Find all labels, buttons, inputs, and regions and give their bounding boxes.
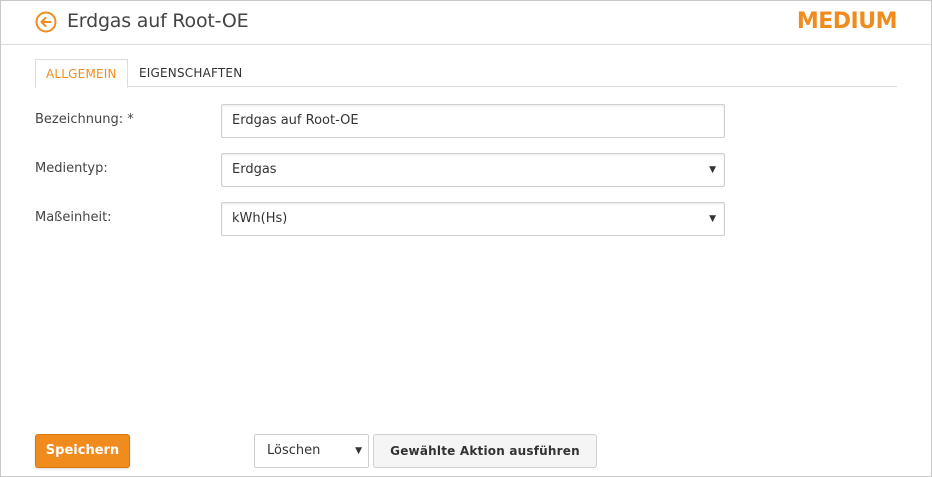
tab-allgemein[interactable]: ALLGEMEIN (35, 59, 128, 88)
bezeichnung-label: Bezeichnung: * (35, 112, 134, 127)
chevron-down-icon: ▼ (709, 165, 716, 175)
panel-header: Erdgas auf Root-OE MEDIUM (1, 1, 931, 45)
bulk-action-select[interactable]: Löschen ▼ (254, 434, 369, 468)
bulk-action-value: Löschen (267, 443, 321, 458)
medientyp-value: Erdgas (232, 162, 277, 177)
save-button[interactable]: Speichern (35, 434, 130, 468)
apply-action-button[interactable]: Gewählte Aktion ausführen (373, 434, 597, 468)
bezeichnung-value: Erdgas auf Root-OE (232, 113, 359, 128)
chevron-down-icon: ▼ (709, 214, 716, 224)
form-row-masseinheit: Maßeinheit: kWh(Hs) ▼ (35, 202, 725, 236)
arrow-left-circle-icon[interactable] (35, 11, 57, 33)
bezeichnung-input[interactable]: Erdgas auf Root-OE (221, 104, 725, 138)
masseinheit-value: kWh(Hs) (232, 211, 288, 226)
tab-eigenschaften[interactable]: EIGENSCHAFTEN (129, 59, 252, 87)
masseinheit-select[interactable]: kWh(Hs) ▼ (221, 202, 725, 236)
medium-detail-panel: Erdgas auf Root-OE MEDIUM ALLGEMEIN EIGE… (0, 0, 932, 477)
chevron-down-icon: ▼ (355, 446, 362, 456)
form-row-medientyp: Medientyp: Erdgas ▼ (35, 153, 725, 187)
medientyp-label: Medientyp: (35, 161, 108, 176)
section-brand-label: MEDIUM (796, 9, 898, 34)
tab-bar: ALLGEMEIN EIGENSCHAFTEN (35, 59, 897, 88)
page-title: Erdgas auf Root-OE (67, 10, 249, 32)
masseinheit-label: Maßeinheit: (35, 210, 112, 225)
form-row-bezeichnung: Bezeichnung: * Erdgas auf Root-OE (35, 104, 725, 138)
medientyp-select[interactable]: Erdgas ▼ (221, 153, 725, 187)
